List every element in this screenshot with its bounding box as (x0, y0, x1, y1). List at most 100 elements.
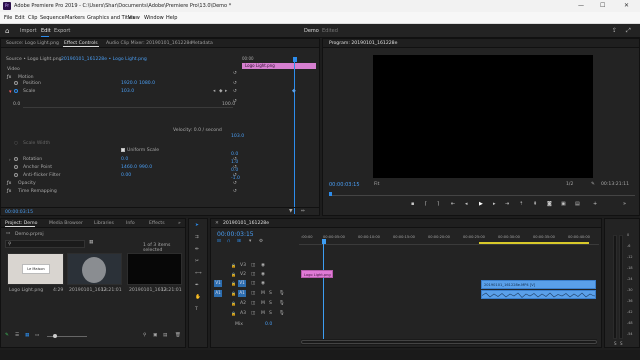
position-stopwatch-icon[interactable] (14, 81, 18, 85)
reset-icon[interactable]: ↺ (233, 189, 237, 194)
timeline-scrollbar[interactable] (301, 339, 597, 345)
minimize-button[interactable]: — (578, 2, 584, 9)
tab-effects[interactable]: Effects (149, 221, 165, 226)
mute-button[interactable]: M (261, 311, 265, 316)
solo-left-button[interactable]: S (614, 341, 617, 346)
antiflicker-value[interactable]: 0.00 (121, 173, 131, 178)
mic-icon[interactable]: 🎙 (279, 301, 285, 306)
lock-icon[interactable]: 🔒 (231, 291, 236, 296)
scale-slider[interactable] (23, 107, 233, 108)
program-timecode[interactable]: 00:00:03:15 (329, 182, 360, 188)
solo-button[interactable]: S (269, 311, 272, 316)
step-forward-icon[interactable]: ▸ (493, 201, 496, 207)
mark-in-icon[interactable]: ▪ (411, 201, 414, 207)
more-tabs-icon[interactable]: » (178, 221, 181, 226)
settings-icon[interactable]: ⚙ (259, 239, 263, 244)
expand-rotation-icon[interactable]: › (9, 157, 11, 162)
program-playhead[interactable] (329, 192, 332, 196)
goto-in-icon[interactable]: ⇤ (451, 201, 455, 207)
menu-markers[interactable]: Markers (65, 15, 85, 21)
maximize-button[interactable]: ☐ (600, 2, 605, 9)
sync-icon[interactable]: ◫ (251, 311, 255, 316)
icon-view-icon[interactable]: ▦ (25, 333, 29, 338)
compare-icon[interactable]: ▣ (561, 201, 566, 207)
snap-icon[interactable]: ∩ (227, 239, 230, 244)
ripple-edit-icon[interactable]: ⇹ (195, 247, 199, 252)
hand-icon[interactable]: ✋ (195, 295, 201, 300)
clip-line[interactable]: 20190101_161228e • Logo Light.png (61, 57, 147, 62)
program-title[interactable]: Program: 20190101_161228e (329, 41, 397, 46)
marker-icon[interactable]: ▾ (249, 239, 251, 244)
eye-icon[interactable]: ◉ (261, 281, 265, 286)
reset-icon[interactable]: ↺ (233, 165, 237, 170)
solo-button[interactable]: S (269, 301, 272, 306)
ec-timecode[interactable]: 00:00:03:15 (5, 210, 33, 215)
uniform-scale-checkbox[interactable] (121, 148, 125, 152)
reset-icon[interactable]: ↺ (233, 81, 237, 86)
sync-icon[interactable]: ◫ (251, 291, 255, 296)
ec-zoom-icon[interactable]: ⇔ (301, 209, 305, 214)
a1-source-patch[interactable]: A1 (214, 290, 222, 297)
play-icon[interactable]: ▶ (479, 201, 483, 207)
mark-out-icon[interactable]: ⌈ (425, 201, 427, 207)
scale-keyframe[interactable]: ◆ (292, 88, 296, 94)
tab-import[interactable]: Import (20, 28, 37, 34)
lock-icon[interactable]: 🔒 (231, 281, 236, 286)
tab-media-browser[interactable]: Media Browser (49, 221, 83, 226)
prev-keyframe-icon[interactable]: ◂ (213, 89, 215, 94)
solo-right-button[interactable]: S (620, 341, 623, 346)
rotation-stopwatch-icon[interactable] (14, 157, 18, 161)
position-y[interactable]: 1080.0 (139, 81, 155, 86)
list-view-icon[interactable]: ☰ (15, 333, 19, 338)
filter-icon[interactable]: ▼ (289, 209, 293, 214)
close-seq-icon[interactable]: ✕ (215, 221, 219, 226)
menu-file[interactable]: File (4, 15, 12, 21)
new-bin-icon[interactable]: ▦ (89, 240, 93, 245)
lock-icon[interactable]: 🔒 (231, 263, 236, 268)
anchor-stopwatch-icon[interactable] (14, 165, 18, 169)
menu-view[interactable]: View (128, 15, 140, 21)
thumb-video-1[interactable] (67, 253, 122, 285)
overlay-icon[interactable]: ▤ (575, 201, 580, 207)
tab-export[interactable]: Export (54, 28, 70, 34)
mix-value[interactable]: 0.0 (265, 322, 272, 327)
sync-icon[interactable]: ◫ (251, 272, 255, 277)
logo-clip[interactable]: Logo Light.png (301, 270, 333, 278)
video-clip-v1[interactable]: 20190101_161228e.MP4 [V] (481, 280, 596, 289)
menu-edit[interactable]: Edit (15, 15, 25, 21)
fx-opacity-icon[interactable]: ƒx (7, 181, 11, 186)
tab-audio-clip-mixer[interactable]: Audio Clip Mixer: 20190101_161228e (106, 41, 192, 46)
rotation-value[interactable]: 0.0 (121, 157, 128, 162)
mute-button[interactable]: M (261, 301, 265, 306)
anchor-x[interactable]: 1460.0 (121, 165, 137, 170)
step-back-icon[interactable]: ◂ (465, 201, 468, 207)
razor-icon[interactable]: ✂ (195, 259, 199, 264)
nest-icon[interactable]: ⊟ (217, 239, 221, 244)
tab-info[interactable]: Info (126, 221, 135, 226)
mark-out2-icon[interactable]: ⌉ (437, 201, 439, 207)
type-icon[interactable]: T (195, 307, 198, 312)
pen-icon[interactable]: ✒ (195, 283, 199, 288)
selection-tool-icon[interactable]: ➤ (195, 223, 199, 228)
lift-icon[interactable]: ⇡ (519, 201, 523, 207)
mic-icon[interactable]: 🎙 (279, 291, 285, 296)
timeline-ruler[interactable]: :00:00 00:00:05:00 00:00:10:00 00:00:15:… (299, 231, 599, 245)
new-item-icon[interactable]: ▣ (153, 333, 157, 338)
menu-sequence[interactable]: Sequence (40, 15, 65, 21)
menu-window[interactable]: Window (144, 15, 164, 21)
mic-icon[interactable]: 🎙 (279, 311, 285, 316)
tab-source[interactable]: Source: Logo Light.png (6, 41, 59, 46)
solo-button[interactable]: S (269, 291, 272, 296)
sync-icon[interactable]: ◫ (251, 301, 255, 306)
slip-icon[interactable]: ⟷ (195, 271, 202, 276)
trash-icon[interactable]: 🗑 (175, 333, 181, 338)
fx-motion-icon[interactable]: ƒx (7, 75, 11, 80)
reset-icon[interactable]: ↺ (233, 173, 237, 178)
expand-scale-icon[interactable]: ▾ (9, 89, 12, 95)
thumb-video-2[interactable] (127, 253, 182, 285)
quick-export-icon[interactable]: ⇪ (612, 27, 617, 34)
next-keyframe-icon[interactable]: ▸ (225, 89, 227, 94)
lock-icon[interactable]: 🔒 (231, 311, 236, 316)
linked-icon[interactable]: ⊞ (237, 239, 241, 244)
quality-dropdown[interactable]: 1/2 (566, 182, 573, 187)
